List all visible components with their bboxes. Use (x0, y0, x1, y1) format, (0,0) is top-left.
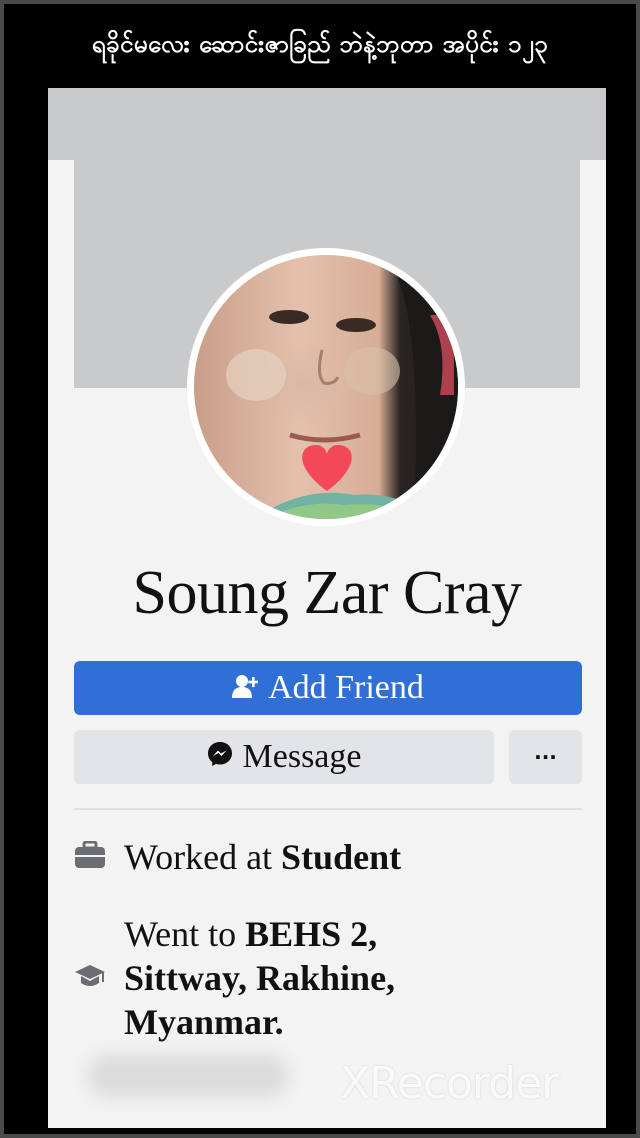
divider (74, 808, 582, 810)
add-friend-button[interactable]: Add Friend (74, 661, 582, 715)
work-info: Worked at Student (74, 836, 401, 878)
recorder-watermark: XRecorder (340, 1058, 559, 1109)
profile-screen: Soung Zar Cray Add Friend Message ··· Wo… (48, 88, 606, 1128)
person-plus-icon (232, 669, 259, 707)
profile-name: Soung Zar Cray (132, 559, 522, 627)
profile-picture[interactable] (194, 255, 458, 519)
education-prefix: Went to (124, 914, 246, 954)
blurred-content (88, 1054, 288, 1098)
profile-picture-frame[interactable] (187, 248, 465, 526)
work-place: Student (281, 837, 402, 877)
message-label: Message (242, 738, 362, 775)
message-button[interactable]: Message (74, 730, 494, 784)
heart-icon (302, 445, 352, 491)
add-friend-label: Add Friend (268, 669, 424, 706)
graduation-cap-icon (74, 957, 106, 999)
briefcase-icon (74, 836, 106, 878)
more-options-button[interactable]: ··· (509, 730, 582, 784)
education-info: Went to BEHS 2, Sittway, Rakhine, Myanma… (74, 912, 484, 1044)
work-prefix: Worked at (124, 837, 282, 877)
messenger-icon (207, 738, 233, 776)
cover-photo-top (48, 88, 606, 160)
video-caption: ရခိုင်မလေး ဆောင်းဇာခြည် ဘဲနဲ့ဘုတာ အပိုင်… (91, 30, 549, 58)
more-options-icon: ··· (534, 745, 557, 769)
